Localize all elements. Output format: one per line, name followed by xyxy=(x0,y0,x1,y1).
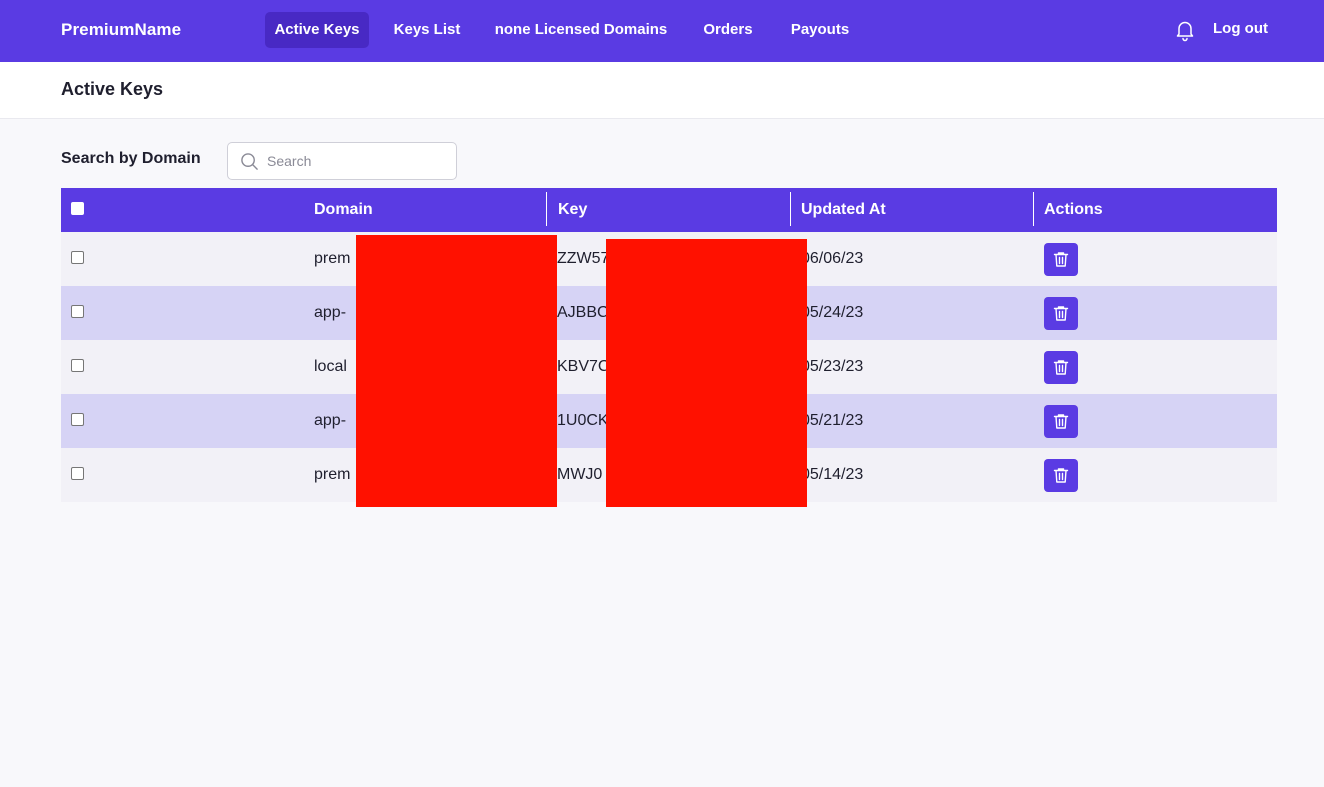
key-cell: AJBBC xyxy=(557,304,609,321)
domain-cell: app- xyxy=(314,304,347,321)
key-cell: 1U0CK xyxy=(557,412,609,429)
search-icon xyxy=(241,153,258,170)
updated-at-cell: 05/24/23 xyxy=(801,304,864,321)
updated-at-cell: 05/23/23 xyxy=(801,358,864,375)
page-header: Active Keys xyxy=(0,62,1324,119)
domain-cell: prem xyxy=(314,250,351,267)
search-label: Search by Domain xyxy=(61,150,201,167)
nav-active-keys[interactable]: Active Keys xyxy=(265,12,369,48)
delete-button[interactable] xyxy=(1044,351,1078,384)
column-header-domain[interactable]: Domain xyxy=(314,188,373,232)
page-title: Active Keys xyxy=(61,79,164,99)
domain-cell: prem xyxy=(314,466,351,483)
key-cell: KBV7C xyxy=(557,358,610,375)
brand-logo[interactable]: PremiumName xyxy=(61,20,181,40)
updated-at-cell: 06/06/23 xyxy=(801,250,864,267)
updated-at-cell: 05/21/23 xyxy=(801,412,864,429)
row-checkbox[interactable] xyxy=(71,413,84,426)
delete-button[interactable] xyxy=(1044,459,1078,492)
trash-icon xyxy=(1053,468,1069,483)
domain-cell: local xyxy=(314,358,347,375)
delete-button[interactable] xyxy=(1044,243,1078,276)
domain-cell: app- xyxy=(314,412,347,429)
search-input[interactable] xyxy=(267,144,447,178)
row-checkbox[interactable] xyxy=(71,359,84,372)
redaction-block-key xyxy=(606,239,807,507)
delete-button[interactable] xyxy=(1044,297,1078,330)
nav-payouts[interactable]: Payouts xyxy=(780,12,860,48)
key-cell: ZZW57 xyxy=(557,250,610,267)
row-checkbox[interactable] xyxy=(71,251,84,264)
column-header-key[interactable]: Key xyxy=(558,188,587,232)
delete-button[interactable] xyxy=(1044,405,1078,438)
row-checkbox[interactable] xyxy=(71,305,84,318)
search-box[interactable] xyxy=(227,142,457,180)
bell-icon[interactable] xyxy=(1173,18,1197,42)
table-header: Domain Key Updated At Actions xyxy=(61,188,1277,232)
redaction-block-domain xyxy=(356,235,557,507)
trash-icon xyxy=(1053,414,1069,429)
nav-keys-list[interactable]: Keys List xyxy=(385,12,469,48)
key-cell: MWJ0 xyxy=(557,466,603,483)
updated-at-cell: 05/14/23 xyxy=(801,466,864,483)
nav-orders[interactable]: Orders xyxy=(692,12,764,48)
column-divider xyxy=(790,192,791,226)
logout-link[interactable]: Log out xyxy=(1213,20,1268,37)
trash-icon xyxy=(1053,306,1069,321)
select-all-checkbox[interactable] xyxy=(71,202,84,215)
nav-none-licensed-domains[interactable]: none Licensed Domains xyxy=(485,12,677,48)
row-checkbox[interactable] xyxy=(71,467,84,480)
column-header-actions: Actions xyxy=(1044,201,1103,218)
top-navbar: PremiumName Active Keys Keys List none L… xyxy=(0,0,1324,62)
column-divider xyxy=(1033,192,1034,226)
column-divider xyxy=(546,192,547,226)
trash-icon xyxy=(1053,360,1069,375)
trash-icon xyxy=(1053,252,1069,267)
column-header-updated-at[interactable]: Updated At xyxy=(801,188,886,232)
